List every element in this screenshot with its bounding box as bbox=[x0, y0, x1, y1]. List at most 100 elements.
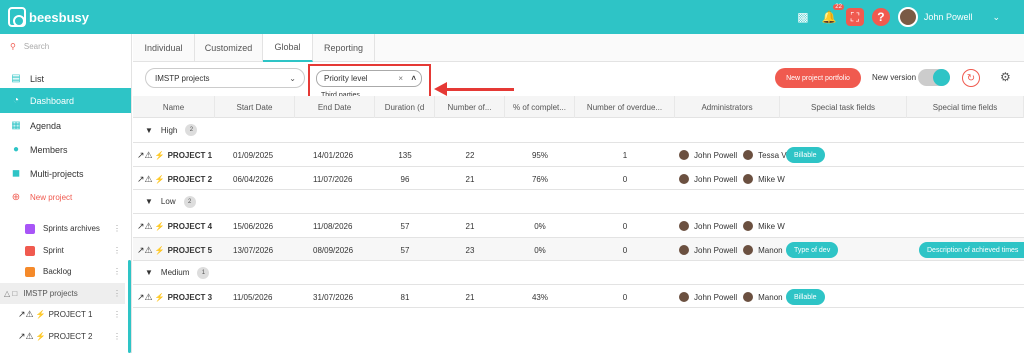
sidebar-sub-project-1[interactable]: ↗⚠ ⚡ PROJECT 1 ⋮ bbox=[0, 304, 125, 325]
collapse-icon[interactable]: ▼ bbox=[145, 197, 153, 206]
admin-name: John Powell bbox=[694, 245, 738, 255]
sidebar-sub-sprint[interactable]: Sprint ⋮ bbox=[0, 240, 125, 261]
end-date: 11/07/2026 bbox=[313, 174, 353, 184]
percent-complete: 76% bbox=[531, 174, 548, 184]
task-field-chip[interactable]: Billable bbox=[786, 147, 825, 163]
user-avatar[interactable] bbox=[897, 7, 918, 27]
time-field-chip[interactable]: Description of achieved times bbox=[919, 242, 1024, 258]
table-header: Name Start Date End Date Duration (d Num… bbox=[133, 96, 1024, 118]
sidebar-item-label: Multi-projects bbox=[30, 168, 84, 179]
sidebar-sub-sprints-archives[interactable]: Sprints archives ⋮ bbox=[0, 218, 125, 239]
more-icon[interactable]: ⋮ bbox=[113, 246, 121, 255]
sidebar-sub-label: PROJECT 2 bbox=[48, 332, 93, 341]
table-row[interactable]: ↗⚠ ⚡ PROJECT 2 06/04/2026 11/07/2026 96 21… bbox=[133, 166, 1024, 190]
column-header-start-date[interactable]: Start Date bbox=[215, 96, 295, 118]
group-header-low[interactable]: ▼ Low 2 bbox=[133, 189, 1024, 213]
overdue-count: 1 bbox=[622, 150, 628, 160]
sidebar-item-members[interactable]: ● Members bbox=[0, 137, 131, 162]
sidebar-item-label: List bbox=[30, 73, 45, 84]
column-header-special-time-fields[interactable]: Special time fields bbox=[907, 96, 1024, 118]
special-task-field: Type of dev bbox=[786, 238, 839, 262]
task-field-chip[interactable]: Type of dev bbox=[786, 242, 839, 258]
column-header-end-date[interactable]: End Date bbox=[295, 96, 375, 118]
sidebar-item-multi-projects[interactable]: ◼ Multi-projects bbox=[0, 161, 131, 186]
bolt-icon: ⚡ bbox=[154, 150, 165, 160]
name-cell: ↗⚠ ⚡ PROJECT 2 bbox=[137, 167, 212, 191]
tab-customized[interactable]: Customized bbox=[195, 34, 263, 62]
list-icon: ▤ bbox=[11, 73, 21, 84]
new-project-portfolio-button[interactable]: New project portfolio bbox=[775, 68, 861, 88]
admin-name: John Powell bbox=[694, 221, 738, 231]
column-header-name[interactable]: Name bbox=[133, 96, 215, 118]
table-row[interactable]: ↗⚠ ⚡ PROJECT 1 01/09/2025 14/01/2026 135 2… bbox=[133, 142, 1024, 166]
more-icon[interactable]: ⋮ bbox=[113, 310, 121, 319]
tab-global[interactable]: Global bbox=[263, 34, 313, 62]
more-icon[interactable]: ⋮ bbox=[113, 267, 121, 276]
project-name[interactable]: PROJECT 4 bbox=[168, 222, 212, 231]
sidebar-item-agenda[interactable]: ▦ Agenda bbox=[0, 113, 131, 138]
sidebar-item-dashboard[interactable]: ◔ Dashboard bbox=[0, 88, 131, 113]
top-bar: beesbusy ▩ 🔔 22 ⛶ ? John Powell ⌄ bbox=[0, 0, 1024, 34]
project-name[interactable]: PROJECT 3 bbox=[168, 293, 212, 302]
more-icon[interactable]: ⋮ bbox=[113, 224, 121, 233]
project-name[interactable]: PROJECT 1 bbox=[168, 151, 212, 160]
column-header-special-task-fields[interactable]: Special task fields bbox=[780, 96, 907, 118]
project-name[interactable]: PROJECT 2 bbox=[168, 175, 212, 184]
warning-icon: ↗⚠ bbox=[137, 291, 153, 302]
name-cell: ↗⚠ ⚡ PROJECT 1 bbox=[137, 143, 212, 167]
project-name[interactable]: PROJECT 5 bbox=[168, 246, 212, 255]
name-cell: ↗⚠ ⚡ PROJECT 5 bbox=[137, 238, 212, 262]
duration: 57 bbox=[400, 245, 410, 255]
avatar bbox=[743, 174, 754, 184]
collapse-icon[interactable]: ▼ bbox=[145, 126, 153, 135]
number: 21 bbox=[465, 221, 475, 231]
new-version-label: New version bbox=[872, 73, 917, 82]
column-header-administrators[interactable]: Administrators bbox=[675, 96, 780, 118]
more-icon[interactable]: ⋮ bbox=[113, 289, 121, 298]
number: 22 bbox=[465, 150, 475, 160]
overdue-count: 0 bbox=[622, 221, 628, 231]
brand-logo[interactable]: beesbusy bbox=[8, 7, 89, 27]
calendar-icon: ▦ bbox=[11, 120, 21, 131]
fullscreen-icon[interactable]: ⛶ bbox=[845, 8, 864, 26]
sidebar-item-new-project[interactable]: ⊕ New project bbox=[0, 185, 131, 210]
group-header-high[interactable]: ▼ High 2 bbox=[133, 118, 1024, 142]
admin-name: Mike W bbox=[758, 174, 785, 184]
more-icon[interactable]: ⋮ bbox=[113, 332, 121, 341]
new-version-toggle[interactable] bbox=[918, 69, 950, 86]
avatar bbox=[743, 245, 754, 255]
percent-complete: 0% bbox=[534, 221, 546, 231]
chat-icon[interactable]: ▩ bbox=[794, 8, 812, 26]
table-row[interactable]: ↗⚠ ⚡ PROJECT 4 15/06/2026 11/08/2026 57 21… bbox=[133, 213, 1024, 237]
help-icon[interactable]: ? bbox=[871, 8, 890, 26]
group-header-medium[interactable]: ▼ Medium 1 bbox=[133, 260, 1024, 284]
sidebar-sub-backlog[interactable]: Backlog ⋮ bbox=[0, 261, 125, 282]
tab-individual[interactable]: Individual bbox=[133, 34, 195, 62]
chevron-down-icon[interactable]: ⌄ bbox=[992, 12, 1000, 23]
sidebar-sub-imstp-projects[interactable]: △ □ IMSTP projects ⋮ bbox=[0, 283, 125, 304]
gear-icon[interactable]: ⚙ bbox=[1000, 70, 1011, 84]
user-name[interactable]: John Powell bbox=[924, 12, 973, 22]
collapse-icon[interactable]: ▼ bbox=[145, 268, 153, 277]
column-header-complete[interactable]: % of complet... bbox=[505, 96, 575, 118]
table-row[interactable]: ↗⚠ ⚡ PROJECT 3 11/05/2026 31/07/2026 81 21… bbox=[133, 284, 1024, 308]
column-header-number[interactable]: Number of... bbox=[435, 96, 505, 118]
task-field-chip[interactable]: Billable bbox=[786, 289, 825, 305]
sidebar-sub-project-2[interactable]: ↗⚠ ⚡ PROJECT 2 ⋮ bbox=[0, 326, 125, 347]
tab-reporting[interactable]: Reporting bbox=[313, 34, 375, 62]
duration: 57 bbox=[400, 221, 410, 231]
bell-icon[interactable]: 🔔 22 bbox=[820, 4, 844, 26]
number: 21 bbox=[465, 174, 475, 184]
sidebar-search[interactable]: ⚲ Search bbox=[10, 42, 57, 51]
portfolio-select[interactable]: IMSTP projects ⌄ bbox=[145, 68, 305, 88]
refresh-icon[interactable]: ↻ bbox=[962, 69, 980, 87]
duration: 96 bbox=[400, 174, 410, 184]
sidebar-item-label: Dashboard bbox=[30, 95, 75, 106]
plus-icon: ⊕ bbox=[11, 192, 21, 203]
table-row[interactable]: ↗⚠ ⚡ PROJECT 5 13/07/2026 08/09/2026 57 23… bbox=[133, 237, 1024, 261]
avatar bbox=[743, 292, 754, 302]
column-header-overdue[interactable]: Number of overdue... bbox=[575, 96, 675, 118]
sidebar-scrollbar[interactable] bbox=[128, 260, 131, 353]
column-header-duration[interactable]: Duration (d bbox=[375, 96, 435, 118]
bolt-icon: ⚡ bbox=[35, 310, 46, 319]
